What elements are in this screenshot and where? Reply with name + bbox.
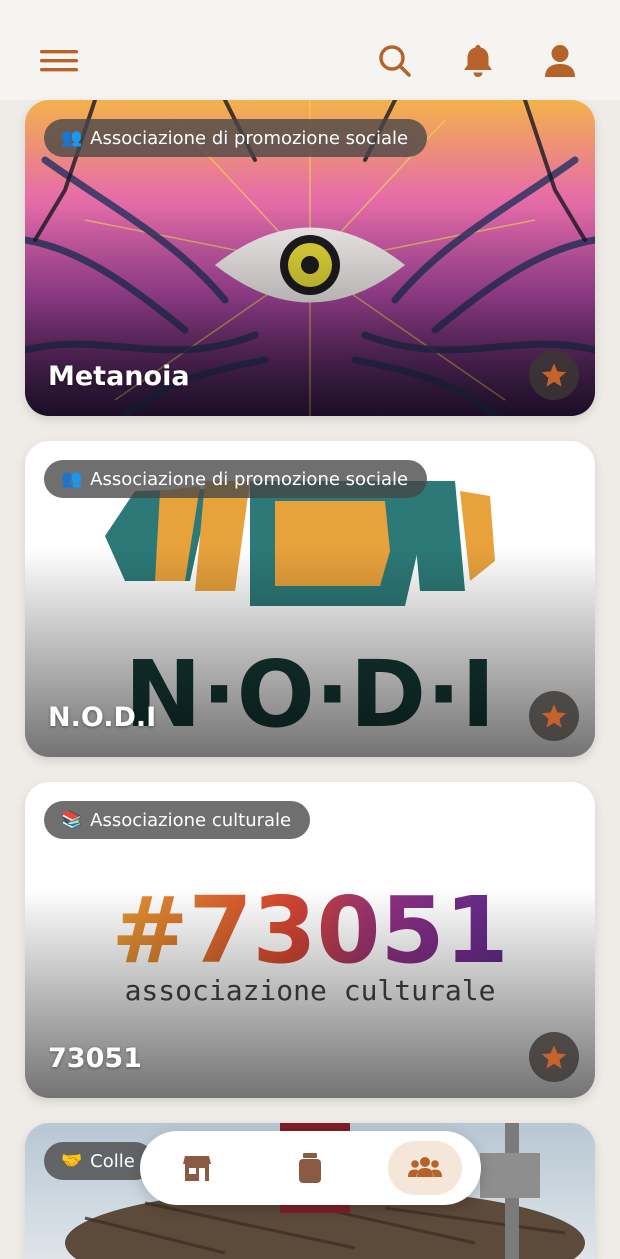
category-badge: 🤝 Colle — [44, 1142, 154, 1180]
category-label: Colle — [90, 1150, 135, 1172]
nav-groups[interactable] — [388, 1141, 462, 1195]
notifications-button[interactable] — [455, 38, 501, 84]
card-title: Metanoia — [48, 361, 190, 392]
groups-icon — [408, 1157, 442, 1177]
favorite-button[interactable] — [529, 350, 579, 400]
books-icon: 📚 — [61, 810, 83, 830]
handshake-icon: 🤝 — [61, 1151, 83, 1171]
profile-button[interactable] — [537, 38, 583, 84]
association-card[interactable]: 👥 Associazione di promozione sociale Met… — [25, 100, 595, 416]
favorite-button[interactable] — [529, 1032, 579, 1082]
search-button[interactable] — [372, 38, 418, 84]
favorite-button[interactable] — [529, 691, 579, 741]
top-header — [0, 0, 620, 100]
association-card[interactable]: N·O·D·I 👥 Associazione di promozione soc… — [25, 441, 595, 757]
star-icon — [541, 1044, 567, 1069]
nav-shop[interactable] — [160, 1141, 234, 1195]
category-label: Associazione di promozione sociale — [90, 468, 409, 490]
category-badge: 📚 Associazione culturale — [44, 801, 311, 839]
association-card[interactable]: #73051 associazione culturale 📚 Associaz… — [25, 782, 595, 1098]
nav-jar[interactable] — [273, 1141, 347, 1195]
jar-icon — [299, 1153, 321, 1183]
category-badge: 👥 Associazione di promozione sociale — [44, 119, 428, 157]
category-badge: 👥 Associazione di promozione sociale — [44, 460, 428, 498]
people-icon: 👥 — [61, 469, 83, 489]
shop-icon — [183, 1156, 211, 1181]
user-icon — [545, 45, 575, 77]
bottom-navigation — [140, 1131, 481, 1205]
category-label: Associazione culturale — [90, 809, 292, 831]
category-label: Associazione di promozione sociale — [90, 127, 409, 149]
hamburger-menu-icon — [40, 50, 78, 72]
menu-button[interactable] — [36, 38, 82, 84]
card-title: N.O.D.I — [48, 702, 157, 733]
search-icon — [379, 45, 411, 77]
star-icon — [541, 362, 567, 387]
star-icon — [541, 703, 567, 728]
people-icon: 👥 — [61, 128, 83, 148]
bell-icon — [464, 45, 492, 77]
card-title: 73051 — [48, 1043, 142, 1074]
